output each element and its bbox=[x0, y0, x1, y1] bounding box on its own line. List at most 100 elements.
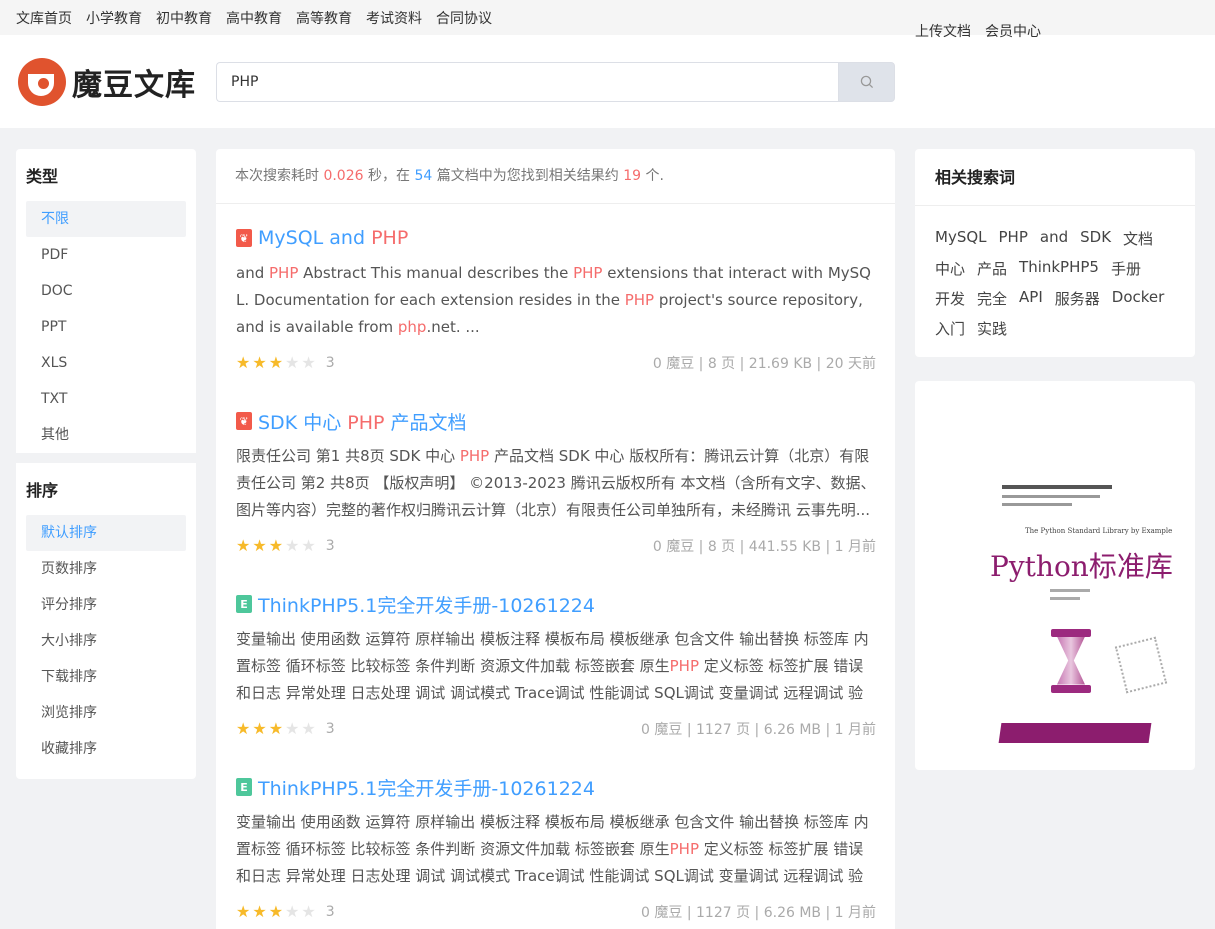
result-title[interactable]: E ThinkPHP5.1完全开发手册-10261224 bbox=[236, 773, 876, 801]
book-cover[interactable]: The Python Standard Library by Example P… bbox=[950, 430, 1173, 743]
star-icon: ★ bbox=[236, 353, 251, 372]
related-tag[interactable]: 手册 bbox=[1111, 258, 1141, 279]
type-filter-item[interactable]: PDF bbox=[26, 237, 186, 273]
nav-link[interactable]: 小学教育 bbox=[86, 8, 142, 28]
cover-text-line bbox=[1002, 484, 1112, 489]
text-segment: SDK 中心 bbox=[258, 411, 348, 434]
doc-count: 54 bbox=[414, 168, 433, 184]
keyword-highlight: PHP bbox=[573, 264, 603, 282]
star-icon: ★ bbox=[301, 536, 316, 555]
type-filter-item[interactable]: TXT bbox=[26, 381, 186, 417]
keyword-highlight: PHP bbox=[459, 447, 490, 465]
book-title: Python标准库 bbox=[990, 549, 1173, 583]
book-promo[interactable]: The Python Standard Library by Example P… bbox=[915, 381, 1195, 770]
publisher-band bbox=[998, 722, 1152, 743]
related-tag[interactable]: and bbox=[1040, 228, 1068, 249]
doc-info: 0 魔豆 | 8 页 | 441.55 KB | 1 月前 bbox=[652, 539, 876, 555]
related-tag[interactable]: PHP bbox=[999, 228, 1028, 249]
sort-option[interactable]: 默认排序 bbox=[26, 515, 186, 551]
related-tag[interactable]: 服务器 bbox=[1055, 288, 1100, 309]
star-icon: ★ bbox=[252, 719, 267, 738]
rating-score: 3 bbox=[325, 904, 335, 920]
related-tag[interactable]: 实践 bbox=[977, 318, 1007, 339]
rating-score: 3 bbox=[325, 355, 335, 371]
result-item: ❦ SDK 中心 PHP 产品文档 限责任公司 第1 共8页 SDK 中心 PHP … bbox=[216, 389, 895, 572]
star-icon: ★ bbox=[268, 902, 284, 921]
text-segment: MySQL and bbox=[258, 227, 372, 249]
result-title[interactable]: ❦ MySQL and PHP bbox=[236, 224, 876, 252]
keyword-highlight: php bbox=[397, 318, 427, 336]
star-icon: ★ bbox=[252, 902, 267, 921]
sort-option[interactable]: 页数排序 bbox=[26, 551, 186, 587]
star-icon: ★ bbox=[285, 902, 300, 921]
nav-link[interactable]: 高等教育 bbox=[296, 8, 352, 28]
result-title[interactable]: E ThinkPHP5.1完全开发手册-10261224 bbox=[236, 590, 876, 618]
result-count: 19 bbox=[623, 168, 642, 184]
related-tag[interactable]: 入门 bbox=[935, 318, 965, 339]
related-tag[interactable]: Docker bbox=[1112, 288, 1165, 309]
nav-link[interactable]: 考试资料 bbox=[366, 8, 422, 28]
sort-option[interactable]: 下载排序 bbox=[26, 659, 186, 695]
star-icon: ★ bbox=[285, 719, 300, 738]
hourglass-illustration bbox=[1047, 628, 1095, 693]
sort-option[interactable]: 评分排序 bbox=[26, 587, 186, 623]
nav-link[interactable]: 文库首页 bbox=[16, 8, 72, 28]
nav-link[interactable]: 会员中心 bbox=[985, 21, 1041, 41]
sort-option[interactable]: 浏览排序 bbox=[26, 695, 186, 731]
cover-text-line bbox=[1002, 502, 1072, 506]
star-icon: ★ bbox=[268, 536, 284, 555]
type-filter-item[interactable]: 不限 bbox=[26, 201, 186, 237]
related-searches: 相关搜索词 MySQL PHP and SDK 文档中心 产品 ThinkPHP5 手册开发完… bbox=[915, 149, 1195, 357]
result-title-text: MySQL and PHP bbox=[258, 227, 408, 249]
cover-text-line bbox=[1050, 596, 1080, 600]
star-icon: ★ bbox=[285, 353, 300, 372]
top-nav: 文库首页 小学教育 初中教育 高中教育 高等教育 考试资料 合同协议 上传文档 会员中心 bbox=[0, 0, 1215, 40]
sort-option[interactable]: 收藏排序 bbox=[26, 731, 186, 767]
pdf-icon: ❦ bbox=[236, 229, 252, 247]
doc-info: 0 魔豆 | 1127 页 | 6.26 MB | 1 月前 bbox=[641, 722, 876, 738]
rating-score: 3 bbox=[325, 721, 335, 737]
related-tag[interactable]: MySQL bbox=[935, 228, 987, 249]
search-input[interactable] bbox=[216, 61, 838, 102]
search-button[interactable] bbox=[838, 61, 895, 102]
book-subtitle: The Python Standard Library by Example bbox=[1025, 526, 1173, 535]
related-tag[interactable]: 完全 bbox=[977, 288, 1007, 309]
site-logo[interactable]: 魔豆文库 bbox=[18, 57, 216, 106]
related-tag[interactable]: 产品 bbox=[977, 258, 1007, 279]
result-title-text: SDK 中心 PHP 产品文档 bbox=[258, 408, 466, 435]
text-segment: 产品文档 bbox=[384, 411, 467, 434]
related-tag[interactable]: SDK bbox=[1080, 228, 1111, 249]
text-segment: ThinkPHP5.1完全开发手册-10261224 bbox=[258, 777, 595, 800]
sort-option[interactable]: 大小排序 bbox=[26, 623, 186, 659]
type-filter-item[interactable]: DOC bbox=[26, 273, 186, 309]
result-title[interactable]: ❦ SDK 中心 PHP 产品文档 bbox=[236, 407, 876, 435]
search-icon bbox=[860, 75, 873, 88]
result-title-text: ThinkPHP5.1完全开发手册-10261224 bbox=[258, 591, 595, 618]
right-column: 相关搜索词 MySQL PHP and SDK 文档中心 产品 ThinkPHP5 手册开发完… bbox=[915, 149, 1195, 770]
search-summary: 本次搜索耗时 0.026 秒，在 54 篇文档中为您找到相关结果约 19 个. bbox=[216, 149, 895, 204]
related-tag[interactable]: API bbox=[1019, 288, 1043, 309]
star-icon: ★ bbox=[252, 536, 267, 555]
nav-link[interactable]: 高中教育 bbox=[226, 8, 282, 28]
text-segment: Abstract This manual describes the bbox=[298, 264, 574, 282]
related-title: 相关搜索词 bbox=[915, 149, 1195, 206]
star-icon: ★ bbox=[252, 353, 267, 372]
type-filter-item[interactable]: PPT bbox=[26, 309, 186, 345]
logo-text: 魔豆文库 bbox=[72, 67, 196, 103]
type-filter-item[interactable]: 其他 bbox=[26, 417, 186, 453]
text-segment: 限责任公司 第1 共8页 SDK 中心 bbox=[236, 447, 460, 465]
search-time: 0.026 bbox=[323, 168, 364, 184]
related-tag[interactable]: ThinkPHP5 bbox=[1019, 258, 1099, 279]
nav-link[interactable]: 上传文档 bbox=[915, 21, 971, 41]
related-tags: MySQL PHP and SDK 文档中心 产品 ThinkPHP5 手册开发 完全 API 服务… bbox=[915, 206, 1195, 357]
rating-stars: ★ ★ ★ ★ ★ 3 bbox=[236, 536, 335, 555]
seal-stamp bbox=[1114, 636, 1168, 693]
related-tag[interactable]: 中心 bbox=[935, 258, 965, 279]
related-tag[interactable]: 文档 bbox=[1123, 228, 1153, 249]
nav-link[interactable]: 合同协议 bbox=[436, 8, 492, 28]
related-tag[interactable]: 开发 bbox=[935, 288, 965, 309]
type-filter-item[interactable]: XLS bbox=[26, 345, 186, 381]
summary-text: 秒，在 bbox=[363, 168, 415, 184]
nav-link[interactable]: 初中教育 bbox=[156, 8, 212, 28]
top-nav-left: 文库首页 小学教育 初中教育 高中教育 高等教育 考试资料 合同协议 bbox=[16, 8, 492, 28]
